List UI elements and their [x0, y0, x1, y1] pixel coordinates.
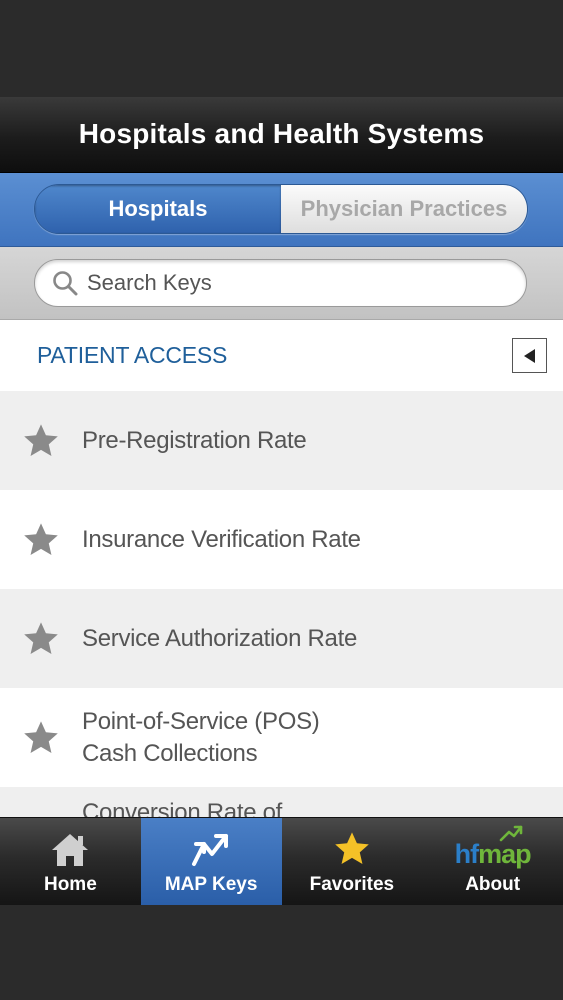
hfmap-logo: hfmap — [454, 839, 532, 869]
star-icon — [335, 832, 369, 865]
tab-label: MAP Keys — [164, 874, 258, 895]
segment-hospitals[interactable]: Hospitals — [35, 185, 281, 233]
tab-label: Home — [43, 874, 97, 895]
page-title: Hospitals and Health Systems — [78, 117, 485, 149]
list-item-label: Point-of-Service (POS) Cash Collections — [82, 706, 320, 770]
bottom-area — [0, 905, 563, 1000]
list-item[interactable]: Point-of-Service (POS) Cash Collections — [0, 688, 563, 787]
tab-favorites[interactable]: Favorites — [282, 818, 423, 905]
search-icon — [43, 259, 87, 307]
list-item-label-line2: Cash Collections — [82, 739, 258, 767]
triangle-left-icon — [523, 348, 535, 363]
list-item-label: Service Authorization Rate — [82, 624, 358, 652]
list-item-label-line1: Point-of-Service (POS) — [82, 707, 320, 735]
search-field[interactable] — [34, 259, 527, 307]
segmented-control: Hospitals Physician Practices — [34, 184, 528, 234]
list-item[interactable]: Insurance Verification Rate — [0, 490, 563, 589]
segment-physician-practices[interactable]: Physician Practices — [281, 185, 527, 233]
keys-list: Pre-Registration Rate Insurance Verifica… — [0, 391, 563, 886]
star-icon[interactable] — [22, 620, 60, 658]
tab-label: About — [465, 874, 521, 895]
star-icon[interactable] — [22, 521, 60, 559]
tab-map-keys[interactable]: MAP Keys — [140, 818, 282, 905]
search-input[interactable] — [87, 263, 526, 303]
arrows-icon — [192, 834, 229, 866]
tab-label: Favorites — [309, 874, 395, 895]
app-screen: Hospitals and Health Systems Hospitals P… — [0, 97, 563, 905]
collapse-button[interactable] — [512, 338, 547, 373]
tab-home[interactable]: Home — [0, 818, 141, 905]
segment-bar: Hospitals Physician Practices — [0, 173, 563, 247]
section-title: PATIENT ACCESS — [37, 342, 228, 368]
status-area — [0, 0, 563, 97]
star-icon[interactable] — [22, 422, 60, 460]
list-item-label: Insurance Verification Rate — [82, 525, 361, 553]
section-header: PATIENT ACCESS — [0, 320, 563, 391]
logo-arrow-icon — [499, 825, 522, 842]
home-icon — [52, 834, 89, 866]
tab-bar: Home MAP Keys Favorites hfmap About — [0, 817, 563, 905]
star-icon[interactable] — [22, 719, 60, 757]
navigation-bar: Hospitals and Health Systems — [0, 97, 563, 173]
search-bar — [0, 247, 563, 320]
tab-about[interactable]: hfmap About — [422, 818, 563, 905]
list-item[interactable]: Service Authorization Rate — [0, 589, 563, 688]
list-item[interactable]: Pre-Registration Rate — [0, 391, 563, 490]
list-item-label: Pre-Registration Rate — [82, 426, 307, 454]
